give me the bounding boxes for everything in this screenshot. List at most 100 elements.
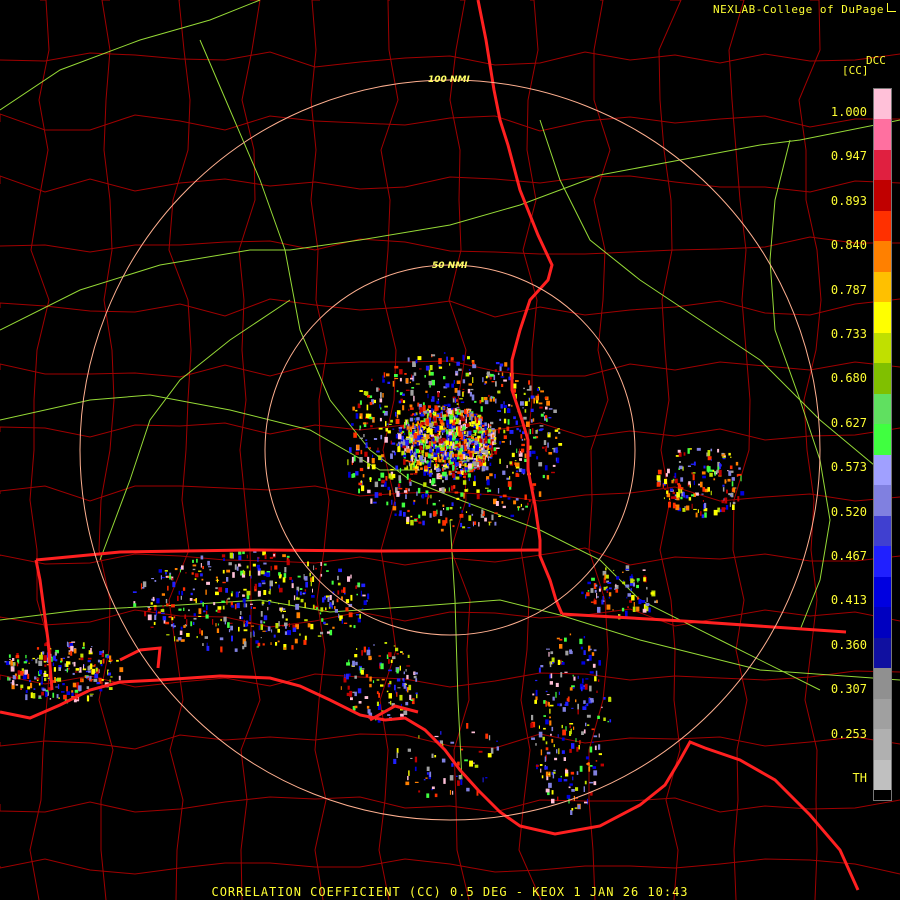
credit-text: NEXLAB-College of DuPage <box>713 3 884 16</box>
radar-echo <box>394 365 399 369</box>
radar-echo <box>283 647 287 650</box>
radar-echo <box>52 692 55 698</box>
radar-echo <box>38 697 42 699</box>
radar-echo <box>177 595 179 601</box>
radar-echo <box>453 380 455 384</box>
radar-echo <box>522 407 524 409</box>
radar-echo <box>590 601 594 603</box>
radar-echo <box>165 599 168 604</box>
radar-echo <box>387 714 391 716</box>
radar-echo <box>497 390 501 394</box>
radar-echo <box>249 614 251 621</box>
radar-echo <box>350 697 353 701</box>
radar-echo <box>334 606 336 610</box>
radar-echo <box>411 698 415 705</box>
radar-echo <box>395 465 399 470</box>
radar-echo <box>231 635 233 642</box>
radar-echo <box>586 763 590 765</box>
radar-echo <box>396 752 398 758</box>
radar-echo <box>545 788 550 793</box>
radar-echo <box>396 410 401 415</box>
radar-echo <box>609 587 612 590</box>
radar-echo <box>516 427 519 431</box>
radar-echo <box>597 606 601 613</box>
radar-echo <box>305 581 308 588</box>
radar-echo <box>566 698 569 702</box>
radar-echo <box>25 694 28 701</box>
radar-echo <box>78 685 82 691</box>
radar-echo <box>408 770 410 776</box>
radar-echo <box>630 583 633 586</box>
radar-echo <box>366 649 371 656</box>
radar-echo <box>455 432 457 437</box>
radar-echo <box>370 498 373 504</box>
radar-echo <box>596 593 598 599</box>
radar-echo <box>451 437 456 440</box>
radar-echo <box>253 607 256 609</box>
radar-echo <box>390 453 393 459</box>
radar-echo <box>480 425 482 429</box>
radar-echo <box>363 600 367 605</box>
radar-echo <box>312 576 315 582</box>
radar-echo <box>354 675 357 679</box>
radar-echo <box>473 762 475 764</box>
radar-echo <box>479 462 483 467</box>
radar-echo <box>461 748 464 751</box>
radar-echo <box>320 607 324 612</box>
radar-echo <box>383 372 386 378</box>
radar-echo <box>9 658 11 660</box>
radar-echo <box>443 396 446 398</box>
radar-echo <box>396 748 399 754</box>
radar-echo <box>403 459 406 465</box>
radar-echo <box>590 698 594 700</box>
radar-echo <box>587 590 590 592</box>
radar-echo <box>58 697 60 699</box>
radar-echo <box>169 574 171 580</box>
radar-echo <box>540 749 543 756</box>
radar-echo <box>177 637 182 641</box>
radar-echo <box>555 682 559 687</box>
radar-echo <box>388 659 390 664</box>
radar-map[interactable]: 50 NMI 100 NMI <box>0 0 900 900</box>
radar-echo <box>349 624 352 628</box>
radar-echo <box>236 602 240 609</box>
radar-echo <box>474 438 479 441</box>
radar-echo <box>178 590 180 595</box>
product-caption: CORRELATION COEFFICIENT (CC) 0.5 DEG - K… <box>211 885 689 899</box>
radar-echo <box>296 612 301 619</box>
legend-tick-label: 0.360 <box>830 637 867 652</box>
radar-echo <box>623 580 625 582</box>
radar-echo <box>665 473 668 477</box>
radar-echo <box>263 615 268 621</box>
radar-echo <box>593 770 598 776</box>
radar-echo <box>16 662 19 667</box>
radar-echo <box>430 459 432 463</box>
radar-echo <box>109 662 112 664</box>
radar-echo <box>369 402 373 406</box>
radar-echo <box>351 423 354 426</box>
radar-echo <box>519 458 522 461</box>
radar-echo <box>457 471 461 474</box>
radar-echo <box>443 352 446 354</box>
radar-echo <box>310 581 312 587</box>
radar-echo <box>378 492 382 496</box>
radar-echo <box>31 659 33 661</box>
radar-echo <box>229 552 233 559</box>
radar-echo <box>188 609 190 612</box>
radar-echo <box>355 585 358 589</box>
radar-echo <box>270 565 272 571</box>
radar-echo <box>494 369 497 372</box>
radar-echo <box>372 680 375 684</box>
radar-echo <box>282 608 286 610</box>
radar-echo <box>509 461 512 465</box>
radar-echo <box>637 580 639 583</box>
radar-echo <box>424 465 428 470</box>
radar-echo <box>252 630 255 636</box>
radar-echo <box>418 430 421 435</box>
radar-echo <box>413 675 417 679</box>
radar-echo <box>521 468 526 474</box>
radar-echo <box>392 656 396 660</box>
radar-echo <box>456 497 460 500</box>
radar-echo <box>299 588 303 590</box>
radar-echo <box>405 389 410 391</box>
